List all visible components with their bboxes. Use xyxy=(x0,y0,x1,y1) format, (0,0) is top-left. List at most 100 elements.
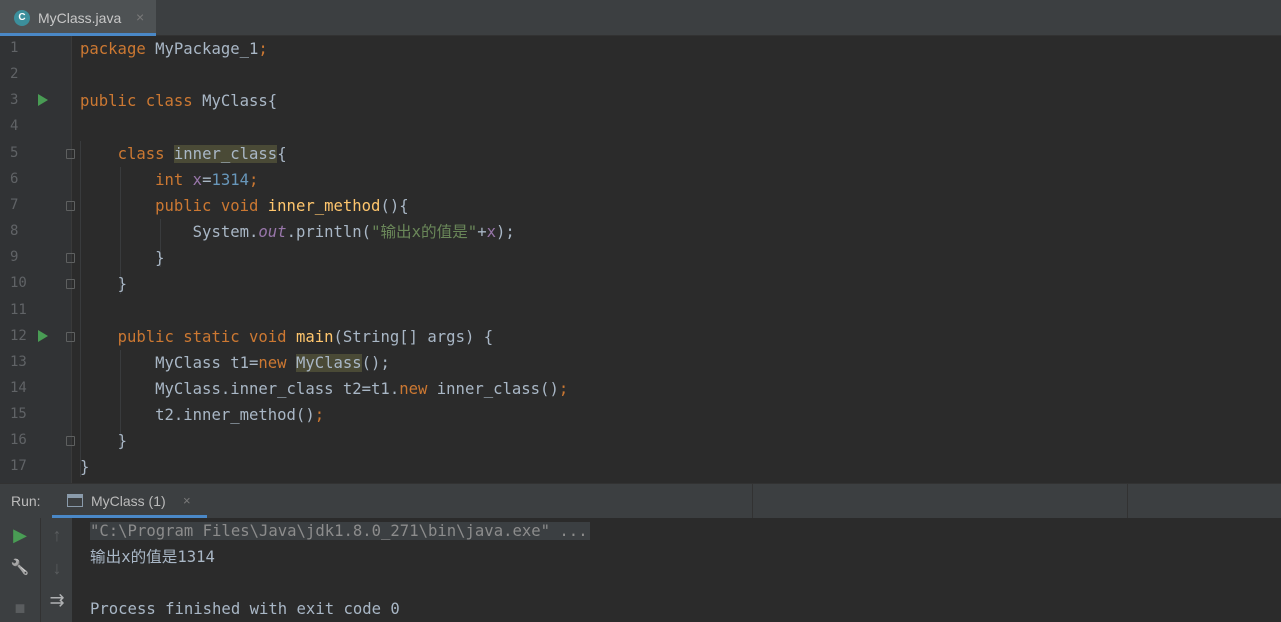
code-area[interactable]: package MyPackage_1; public class MyClass… xyxy=(80,36,1281,483)
code-line: } xyxy=(80,454,89,480)
line-number: 14 xyxy=(10,379,27,396)
up-arrow-icon[interactable]: ↑ xyxy=(41,525,73,545)
gutter-line: 8 xyxy=(0,219,72,245)
run-toolbar-left: ▶ 🔧 ■ xyxy=(0,518,40,622)
close-icon[interactable]: × xyxy=(183,493,191,508)
code-token: ; xyxy=(249,170,259,189)
code-line: int x=1314; xyxy=(80,167,258,193)
close-icon[interactable]: × xyxy=(136,9,144,25)
gutter-line: 2 xyxy=(0,62,72,88)
code-token: (String[] args) { xyxy=(333,327,494,346)
gutter-line: 1 xyxy=(0,36,72,62)
run-console: ▶ 🔧 ■ ↑ ↓ ⇉ "C:\Program Files\Java\jdk1.8.0_… xyxy=(0,518,1281,622)
run-tab-label: MyClass (1) xyxy=(91,493,166,509)
code-token: public static void xyxy=(117,327,296,346)
code-token: .println( xyxy=(286,223,372,242)
gutter-line: 17 xyxy=(0,454,72,480)
line-number: 6 xyxy=(10,170,19,187)
console-command-text: "C:\Program Files\Java\jdk1.8.0_271\bin\… xyxy=(90,522,590,540)
console-line: 输出x的值是1314 xyxy=(90,544,215,570)
code-token: } xyxy=(117,432,127,451)
fold-icon[interactable] xyxy=(66,200,75,211)
gutter-line: 14 xyxy=(0,376,72,402)
code-line: t2.inner_method(); xyxy=(80,402,324,428)
line-number: 17 xyxy=(10,458,27,475)
line-gutter: 1 2 3 4 5 6 7 8 9 10 11 12 13 14 15 16 17 xyxy=(0,36,75,483)
gutter-line: 15 xyxy=(0,402,72,428)
down-arrow-icon[interactable]: ↓ xyxy=(41,558,73,578)
line-number: 4 xyxy=(10,118,19,135)
fold-icon[interactable] xyxy=(66,253,75,264)
gutter-line: 7 xyxy=(0,193,75,219)
run-gutter-icon[interactable] xyxy=(38,94,48,107)
gutter-line: 10 xyxy=(0,271,75,297)
code-line: } xyxy=(80,245,165,271)
editor-tab-myclass[interactable]: C MyClass.java × xyxy=(0,0,156,36)
line-number: 15 xyxy=(10,406,27,423)
soft-wrap-icon[interactable]: ⇉ xyxy=(41,590,73,610)
fold-icon[interactable] xyxy=(66,331,75,342)
code-token: 1314 xyxy=(211,170,250,189)
gutter-line: 4 xyxy=(0,114,72,140)
code-token: out xyxy=(258,223,287,242)
code-line: public void inner_method(){ xyxy=(80,193,409,219)
run-tab-myclass[interactable]: MyClass (1) × xyxy=(52,484,207,518)
fold-icon[interactable] xyxy=(66,148,75,159)
code-line: } xyxy=(80,271,127,297)
editor-tab-label: MyClass.java xyxy=(38,10,122,26)
code-line: System.out.println("输出x的值是"+x); xyxy=(80,219,515,245)
code-token: ; xyxy=(314,406,325,425)
line-number: 13 xyxy=(10,353,27,370)
run-label: Run: xyxy=(11,493,41,509)
code-token: package xyxy=(80,40,156,58)
run-tool-window-header: Run: MyClass (1) × xyxy=(0,483,1281,519)
editor-tab-bar: C MyClass.java × xyxy=(0,0,1281,36)
gutter-line: 3 xyxy=(0,88,72,114)
code-token: MyPackage_1 xyxy=(155,40,259,58)
code-token: } xyxy=(155,249,165,268)
gutter-line: 6 xyxy=(0,167,72,193)
rerun-icon[interactable]: ▶ xyxy=(4,525,36,545)
console-line: "C:\Program Files\Java\jdk1.8.0_271\bin\… xyxy=(90,518,590,544)
code-token: inner_class xyxy=(173,144,278,163)
code-token: t2.inner_method() xyxy=(155,406,315,425)
gutter-line: 16 xyxy=(0,428,75,454)
code-token: (); xyxy=(361,353,390,372)
code-token: int xyxy=(155,170,193,189)
console-line: Process finished with exit code 0 xyxy=(90,596,400,622)
code-token: x xyxy=(486,223,496,242)
code-editor[interactable]: 1 2 3 4 5 6 7 8 9 10 11 12 13 14 15 16 17 package MyPack… xyxy=(0,36,1281,483)
line-number: 16 xyxy=(10,432,27,449)
code-token: main xyxy=(295,327,334,346)
code-token: inner_class() xyxy=(436,379,559,398)
code-line: MyClass t1=new MyClass(); xyxy=(80,350,390,376)
code-token: MyClass{ xyxy=(202,92,278,111)
code-token: x xyxy=(192,170,203,189)
stop-icon[interactable]: ■ xyxy=(4,598,36,618)
wrench-icon[interactable]: 🔧 xyxy=(4,558,36,578)
line-number: 5 xyxy=(10,144,19,161)
code-token: class xyxy=(117,144,174,163)
fold-icon[interactable] xyxy=(66,436,75,447)
gutter-line: 5 xyxy=(0,141,75,167)
gutter-line: 11 xyxy=(0,298,72,324)
code-token: (){ xyxy=(380,196,409,215)
code-token: new xyxy=(258,353,296,372)
code-token: MyClass.inner_class t2=t1. xyxy=(155,379,400,398)
code-token: + xyxy=(477,223,487,242)
code-line: MyClass.inner_class t2=t1.new inner_clas… xyxy=(80,376,568,402)
code-token: { xyxy=(277,144,287,163)
fold-icon[interactable] xyxy=(66,279,75,290)
console-output-text: Process finished with exit code 0 xyxy=(90,600,400,618)
line-number: 8 xyxy=(10,223,19,240)
divider xyxy=(752,484,753,519)
console-icon xyxy=(67,494,83,507)
run-gutter-icon[interactable] xyxy=(38,329,48,342)
